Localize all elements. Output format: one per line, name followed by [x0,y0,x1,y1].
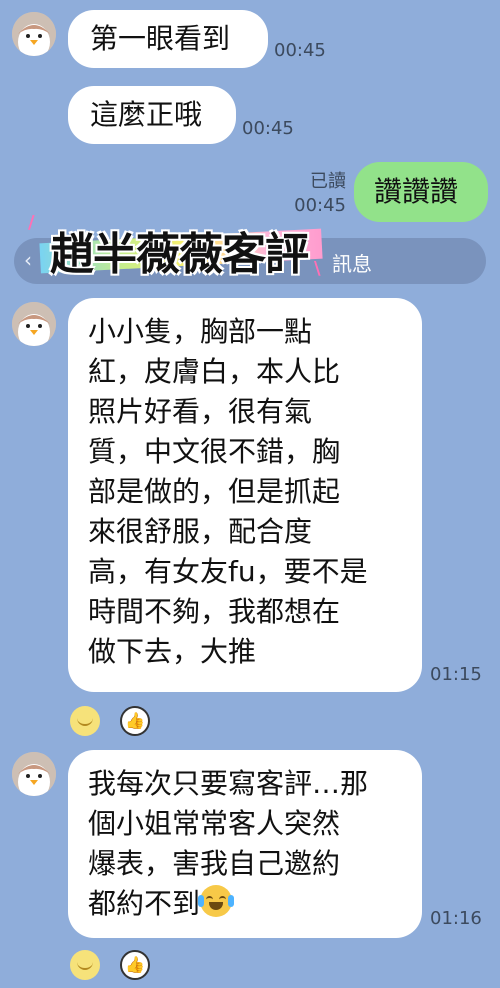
message-bubble[interactable]: 我每次只要寫客評…那 個小姐常常客人突然 爆表，害我自己邀約 都約不到 [68,750,422,938]
message-line: 質，中文很不錯，胸 [88,435,341,468]
message-line: 我每次只要寫客評…那 [88,767,369,800]
message-text: 第一眼看到 [90,22,231,55]
thumbs-up-emoji-icon[interactable]: 👍 [120,950,150,980]
message-line: 都約不到 [88,887,201,920]
penguin-avatar-icon [12,752,56,796]
message-bubble[interactable]: 這麼正哦 [68,86,236,144]
thumbs-up-emoji-icon[interactable]: 👍 [120,706,150,736]
message-line: 紅，皮膚白，本人比 [88,355,341,388]
banner-text: 趙半薇薇客評 [50,229,309,280]
sender-avatar[interactable] [12,12,56,56]
sparkle-icon: \ [314,258,321,279]
watermark-banner: 趙半薇薇客評 / \ [28,212,324,280]
message-time: 00:45 [242,118,294,139]
message-bubble[interactable]: 小小隻，胸部一點 紅，皮膚白，本人比 照片好看，很有氣 質，中文很不錯，胸 部是… [68,298,422,692]
message-time: 01:15 [430,664,482,685]
penguin-avatar-icon [12,302,56,346]
message-line: 小小隻，胸部一點 [88,315,313,348]
notice-text: 訊息 [332,252,372,276]
smile-emoji-icon[interactable] [70,706,100,736]
message-line: 來很舒服，配合度 [88,515,313,548]
read-status: 已讀 [310,171,346,192]
message-line: 照片好看，很有氣 [88,395,313,428]
message-bubble[interactable]: 第一眼看到 [68,10,268,68]
sender-avatar[interactable] [12,752,56,796]
message-line: 做下去，大推 [88,635,257,668]
sender-avatar[interactable] [12,302,56,346]
sparkle-icon: / [28,212,35,233]
message-line: 個小姐常常客人突然 [88,807,341,840]
read-receipt: 已讀 00:45 [286,170,346,218]
chevron-left-icon[interactable]: ‹ [24,248,32,272]
penguin-avatar-icon [12,12,56,56]
message-time: 01:16 [430,908,482,929]
message-line: 部是做的，但是抓起 [88,475,341,508]
smile-emoji-icon[interactable] [70,950,100,980]
face-with-tears-of-joy-icon [198,885,235,917]
message-bubble-outgoing[interactable]: 讚讚讚 [354,162,488,222]
message-text: 這麼正哦 [90,98,203,131]
message-text: 讚讚讚 [374,175,459,208]
message-line: 時間不夠，我都想在 [88,595,341,628]
message-line: 爆表，害我自己邀約 [88,847,341,880]
message-time: 00:45 [274,40,326,61]
message-line-with-emoji: 都約不到 [88,884,402,924]
message-line: 高，有女友fu，要不是 [88,555,368,588]
